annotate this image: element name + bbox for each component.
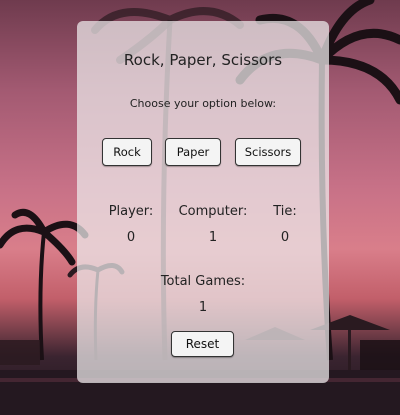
player-score: 0	[126, 230, 136, 245]
tie-score: 0	[280, 230, 290, 245]
computer-score: 1	[208, 230, 218, 245]
game-panel: Rock, Paper, Scissors Choose your option…	[77, 21, 329, 383]
rock-button[interactable]: Rock	[102, 138, 152, 166]
total-games-label: Total Games:	[160, 274, 246, 289]
choose-option-text: Choose your option below:	[129, 97, 277, 110]
reset-button[interactable]: Reset	[171, 331, 234, 357]
computer-label: Computer:	[178, 204, 248, 219]
game-title: Rock, Paper, Scissors	[123, 51, 283, 69]
total-games-value: 1	[198, 300, 208, 315]
scissors-button[interactable]: Scissors	[235, 138, 301, 166]
player-label: Player:	[108, 204, 154, 219]
tie-label: Tie:	[273, 204, 297, 219]
paper-button[interactable]: Paper	[165, 138, 221, 166]
